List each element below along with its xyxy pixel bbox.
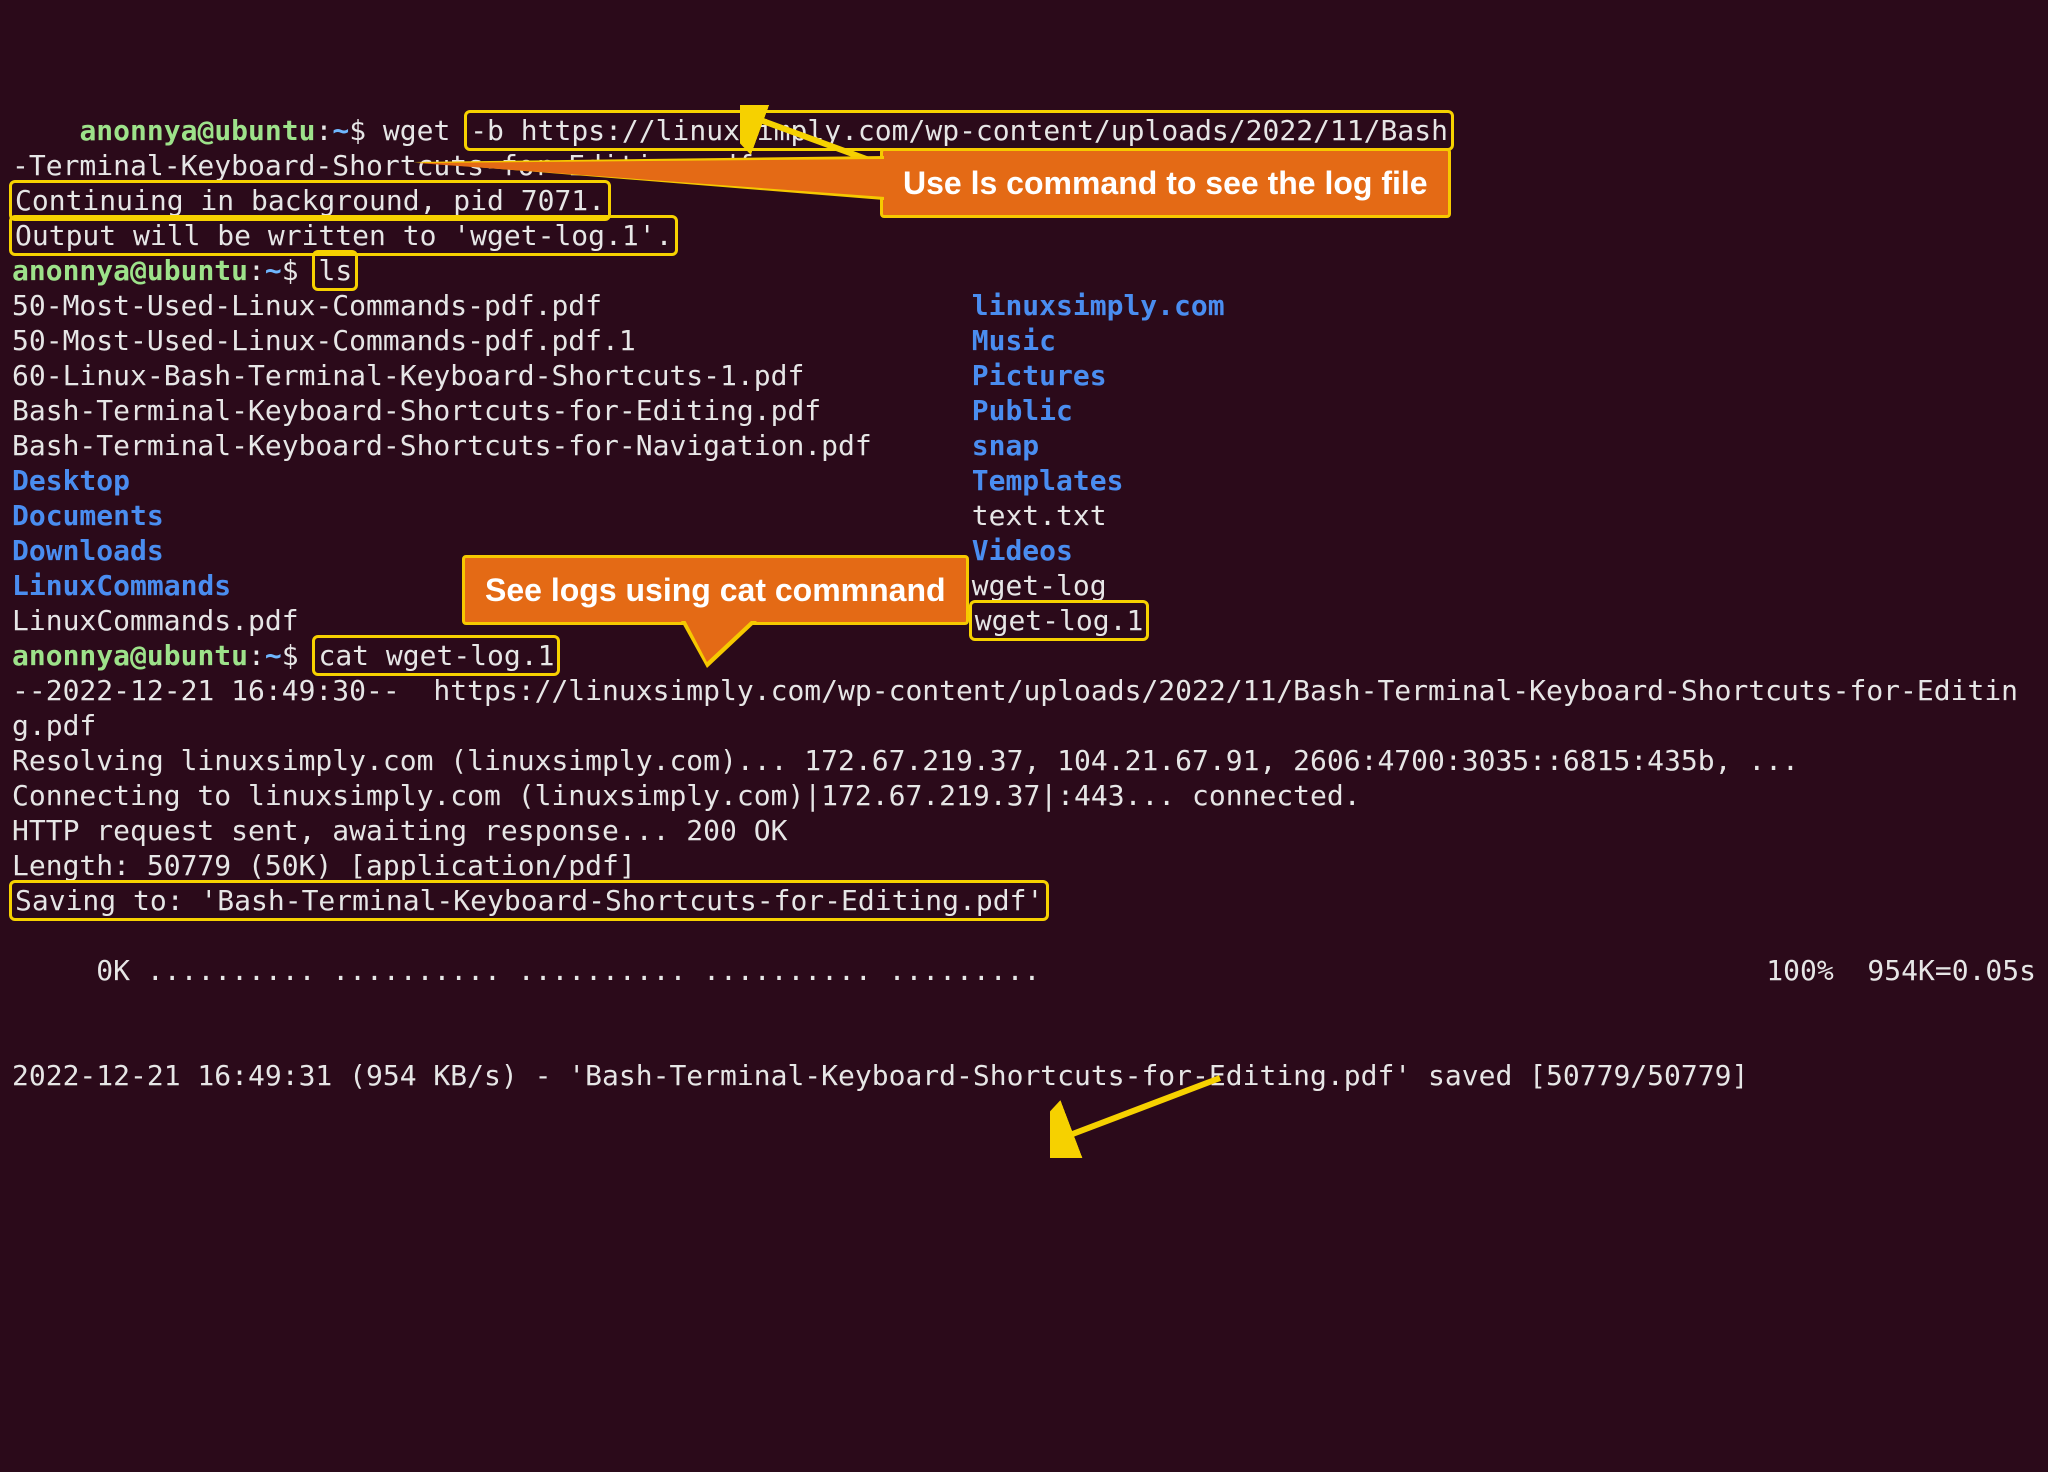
log-line: HTTP request sent, awaiting response... …: [12, 814, 787, 847]
log-line: Length: 50779 (50K) [application/pdf]: [12, 849, 636, 882]
prompt-dollar: $: [282, 254, 316, 287]
highlight-wget-log-file: wget-log.1: [969, 600, 1150, 641]
prompt-colon: :: [315, 114, 332, 147]
highlight-wget-args: -b https://linuxsimply.com/wp-content/up…: [464, 110, 1454, 151]
cmd-wget-prefix: wget: [383, 114, 450, 147]
prompt-colon: :: [248, 254, 265, 287]
ls-item: Bash-Terminal-Keyboard-Shortcuts-for-Edi…: [12, 393, 872, 428]
terminal-screen: anonnya@ubuntu:~$ wget -b https://linuxs…: [0, 0, 2048, 1472]
cmd-ls[interactable]: ls: [318, 254, 352, 287]
ls-item: Desktop: [12, 463, 872, 498]
ls-item: 50-Most-Used-Linux-Commands-pdf.pdf.1: [12, 323, 872, 358]
ls-item: snap: [972, 428, 1225, 463]
ls-item: Public: [972, 393, 1225, 428]
ls-item: 50-Most-Used-Linux-Commands-pdf.pdf: [12, 288, 872, 323]
prompt-path: ~: [265, 254, 282, 287]
prompt-host: ubuntu: [147, 639, 248, 672]
ls-item: wget-log.1: [975, 604, 1144, 637]
log-progress-row: 0K .......... .......... .......... ....…: [12, 953, 2036, 988]
prompt-dollar: $: [282, 639, 316, 672]
log-progress-left: 0K .......... .......... .......... ....…: [12, 953, 1040, 988]
ls-item: Documents: [12, 498, 872, 533]
prompt-at: @: [130, 254, 147, 287]
ls-item: text.txt: [972, 498, 1225, 533]
callout-ls-hint-text: Use ls command to see the log file: [903, 165, 1428, 201]
ls-item: Music: [972, 323, 1225, 358]
arrow-icon: [1050, 1068, 1230, 1158]
ls-item: Pictures: [972, 358, 1225, 393]
prompt-host: ubuntu: [147, 254, 248, 287]
log-line: Resolving linuxsimply.com (linuxsimply.c…: [12, 744, 1799, 777]
callout-cat-hint-text: See logs using cat commnand: [485, 572, 946, 608]
callout-ls-hint: Use ls command to see the log file: [880, 148, 1451, 218]
prompt-path: ~: [332, 114, 349, 147]
ls-item: wget-log: [972, 568, 1225, 603]
ls-item: 60-Linux-Bash-Terminal-Keyboard-Shortcut…: [12, 358, 872, 393]
log-progress-right: 100% 954K=0.05s: [1766, 953, 2036, 988]
ls-item: Templates: [972, 463, 1225, 498]
prompt-host: ubuntu: [214, 114, 315, 147]
ls-item: linuxsimply.com: [972, 288, 1225, 323]
ls-item: Videos: [972, 533, 1225, 568]
prompt-at: @: [197, 114, 214, 147]
prompt-colon: :: [248, 639, 265, 672]
highlight-ls: ls: [312, 250, 358, 291]
callout-cat-hint: See logs using cat commnand: [462, 555, 969, 625]
prompt-user: anonnya: [12, 639, 130, 672]
prompt-dollar: $: [349, 114, 383, 147]
ls-column-right: linuxsimply.comMusicPicturesPublicsnapTe…: [972, 288, 1225, 638]
highlight-cat: cat wget-log.1: [312, 635, 560, 676]
log-line: Connecting to linuxsimply.com (linuxsimp…: [12, 779, 1361, 812]
log-line: --2022-12-21 16:49:30-- https://linuxsim…: [12, 674, 2018, 742]
prompt-path: ~: [265, 639, 282, 672]
prompt-user: anonnya: [12, 254, 130, 287]
prompt-user: anonnya: [79, 114, 197, 147]
prompt-at: @: [130, 639, 147, 672]
log-final: 2022-12-21 16:49:31 (954 KB/s) - 'Bash-T…: [12, 1059, 1748, 1092]
cmd-cat[interactable]: cat wget-log.1: [318, 639, 554, 672]
ls-output: 50-Most-Used-Linux-Commands-pdf.pdf50-Mo…: [12, 288, 2036, 638]
ls-item: Bash-Terminal-Keyboard-Shortcuts-for-Nav…: [12, 428, 872, 463]
highlight-saving-to: Saving to: 'Bash-Terminal-Keyboard-Short…: [9, 880, 1049, 921]
